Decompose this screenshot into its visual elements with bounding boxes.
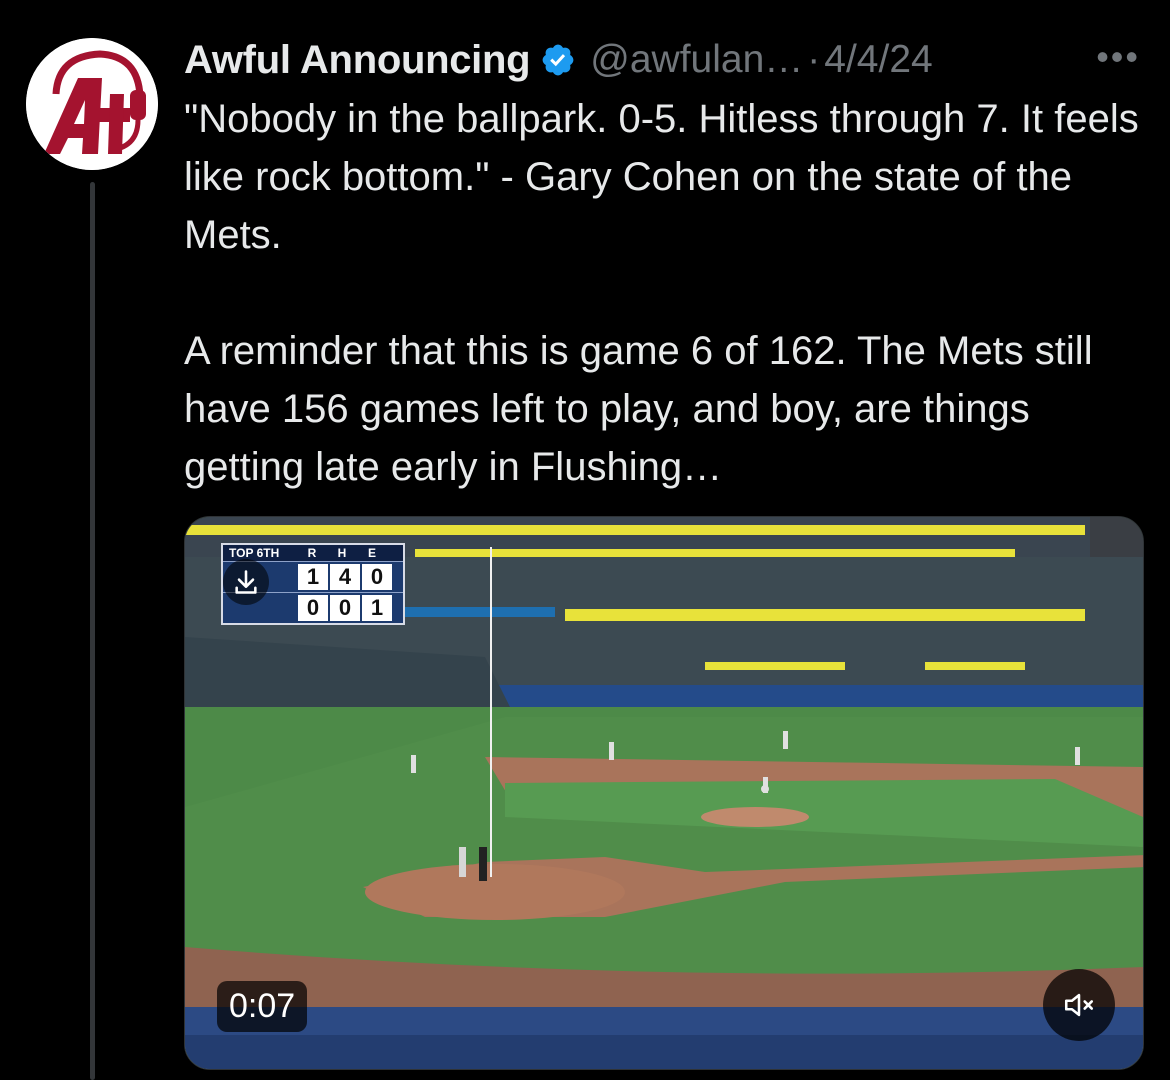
scorebug-errors-header: E	[367, 546, 376, 560]
away-errors: 0	[362, 564, 392, 590]
home-hits: 0	[330, 595, 360, 621]
download-button[interactable]	[223, 559, 269, 605]
tweet-paragraph-1: "Nobody in the ballpark. 0-5. Hitless th…	[184, 97, 1150, 257]
verified-badge-icon[interactable]	[540, 42, 576, 78]
author-avatar[interactable]	[26, 38, 158, 170]
away-runs: 1	[298, 564, 328, 590]
scorebug-runs-header: R	[307, 546, 317, 560]
mute-button[interactable]	[1043, 969, 1115, 1041]
author-handle[interactable]: @awfulan…	[590, 38, 803, 82]
home-runs: 0	[298, 595, 328, 621]
tweet-paragraph-2: A reminder that this is game 6 of 162. T…	[184, 329, 1104, 489]
volume-muted-icon	[1064, 993, 1094, 1017]
scorebug-inning: TOP 6TH	[229, 546, 280, 560]
scorebug-hits-header: H	[337, 546, 347, 560]
download-icon	[235, 570, 257, 594]
tweet-date[interactable]: 4/4/24	[824, 38, 932, 82]
author-name[interactable]: Awful Announcing	[184, 38, 531, 83]
separator-dot: ·	[807, 38, 821, 81]
away-hits: 4	[330, 564, 360, 590]
more-options-icon[interactable]: •••	[1096, 36, 1140, 78]
home-errors: 1	[362, 595, 392, 621]
awful-announcing-logo-icon	[26, 38, 158, 170]
video-player[interactable]: TOP 6TH R H E 1 4 0 0 0 1 0:07	[184, 516, 1144, 1070]
tweet-header: Awful Announcing @awfulan… · 4/4/24 •••	[184, 30, 1150, 90]
video-elapsed-time: 0:07	[217, 981, 308, 1032]
thread-connector-line	[90, 182, 95, 1080]
tweet-text: "Nobody in the ballpark. 0-5. Hitless th…	[184, 90, 1144, 496]
